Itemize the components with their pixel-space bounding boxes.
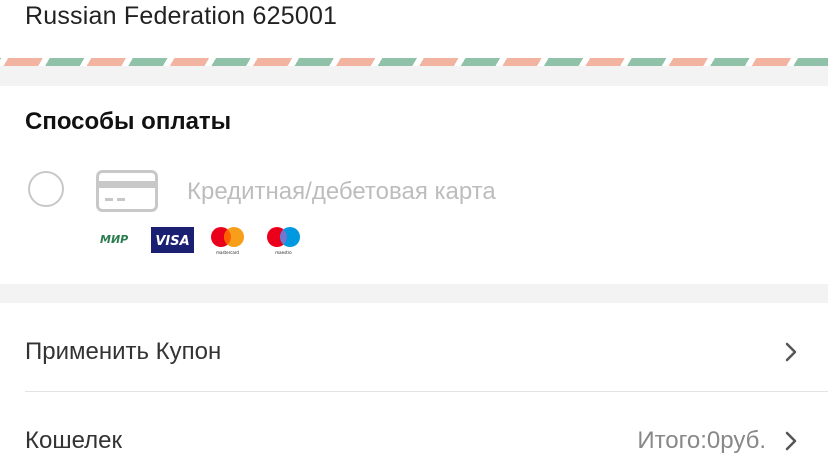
credit-card-icon	[96, 170, 158, 212]
card-payment-radio[interactable]	[28, 171, 64, 207]
mir-logo: МИР	[100, 233, 128, 246]
chevron-right-icon	[785, 342, 797, 362]
address-line: Russian Federation 625001	[25, 2, 338, 30]
payment-methods-section: Способы оплаты Кредитная/дебетовая карта…	[0, 86, 828, 284]
section-gap	[0, 66, 828, 86]
apply-coupon-row[interactable]: Применить Купон	[0, 303, 828, 391]
svg-text:VISA: VISA	[155, 234, 189, 249]
maestro-logo: maestro	[267, 227, 300, 255]
section-gap	[0, 284, 828, 303]
card-payment-label[interactable]: Кредитная/дебетовая карта	[187, 177, 496, 207]
shipping-address-section: Russian Federation 625001	[0, 0, 828, 58]
apply-coupon-label: Применить Купон	[25, 338, 222, 365]
svg-text:maestro: maestro	[275, 250, 292, 255]
wallet-total-value: Итого:0руб.	[637, 427, 766, 454]
wallet-label: Кошелек	[25, 427, 122, 454]
svg-text:mastercard: mastercard	[216, 250, 239, 255]
airmail-stripe-divider	[0, 58, 828, 66]
mastercard-logo: mastercard	[211, 227, 244, 255]
payment-methods-title: Способы оплаты	[25, 108, 232, 135]
wallet-row[interactable]: Кошелек Итого:0руб.	[0, 392, 828, 459]
svg-text:МИР: МИР	[100, 233, 128, 246]
visa-logo: VISA	[151, 227, 194, 253]
chevron-right-icon	[785, 431, 797, 451]
